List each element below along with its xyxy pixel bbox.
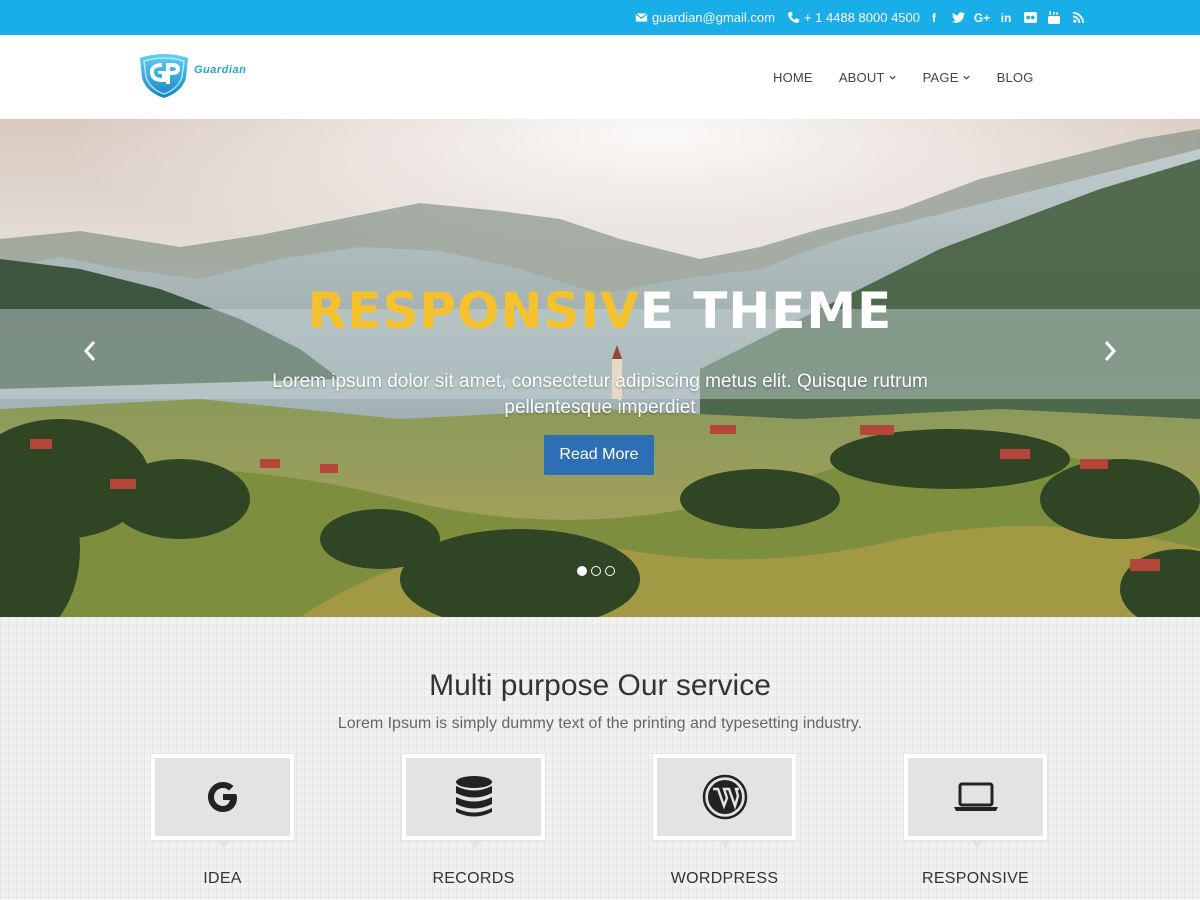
nav-about-label: ABOUT [838, 69, 885, 85]
chevron-right-icon[interactable] [1098, 336, 1122, 366]
card-pointer [217, 840, 231, 848]
service-card-records[interactable] [401, 753, 546, 848]
slider-dot-3[interactable] [605, 566, 615, 576]
services-subtitle: Lorem Ipsum is simply dummy text of the … [337, 715, 863, 732]
wordpress-icon [702, 774, 747, 820]
nav-blog-label: BLOG [996, 69, 1034, 85]
nav-about[interactable]: ABOUT [839, 70, 897, 85]
logo-text: Guardian [194, 64, 247, 76]
read-more-button[interactable]: Read More [544, 435, 654, 475]
slider-dots [577, 566, 619, 576]
hero-text: Lorem ipsum dolor sit amet, consectetur … [272, 371, 928, 418]
top-bar: guardian@gmail.com + 1 4488 8000 4500 f … [0, 0, 1200, 35]
service-label-records: RECORDS [432, 870, 515, 887]
contact-info: guardian@gmail.com + 1 4488 8000 4500 [623, 0, 920, 35]
google-plus-icon[interactable]: G+ [970, 0, 994, 35]
slider-dot-2[interactable] [591, 566, 601, 576]
nav-home[interactable]: HOME [773, 70, 813, 85]
services-section: Multi purpose Our service Lorem Ipsum is… [0, 617, 1200, 900]
main-nav: HOME ABOUT PAGE BLOG [760, 35, 1047, 119]
chevron-down-icon [962, 75, 970, 80]
service-card-idea[interactable] [150, 753, 295, 848]
hero-slider: RESPONSIVE THEME Lorem ipsum dolor sit a… [0, 119, 1200, 617]
site-logo[interactable]: Guardian [136, 52, 271, 100]
linkedin-icon[interactable]: in [994, 0, 1018, 35]
shield-logo-icon [140, 54, 188, 98]
phone-text: + 1 4488 8000 4500 [803, 10, 920, 25]
services-title: Multi purpose Our service [429, 669, 771, 702]
slider-dot-1[interactable] [577, 566, 587, 576]
hero-title-accent: RESPONSIV [307, 282, 640, 340]
card-pointer [719, 840, 733, 848]
laptop-icon [953, 782, 998, 811]
service-card-responsive[interactable] [903, 753, 1048, 848]
service-label-responsive: RESPONSIVE [921, 870, 1030, 887]
nav-page[interactable]: PAGE [923, 70, 971, 85]
email-link[interactable]: guardian@gmail.com [635, 10, 775, 25]
hero-title: RESPONSIVE THEME [0, 282, 1200, 340]
nav-blog[interactable]: BLOG [997, 70, 1034, 85]
envelope-icon [635, 12, 648, 22]
facebook-icon[interactable]: f [922, 0, 946, 35]
site-header: Guardian HOME ABOUT PAGE BLOG [0, 35, 1200, 119]
service-label-wordpress: WORDPRESS [670, 870, 779, 887]
service-label-idea: IDEA [203, 870, 242, 887]
hero-background-image [0, 119, 1200, 617]
card-pointer [468, 840, 482, 848]
chevron-down-icon [888, 75, 896, 80]
chevron-left-icon[interactable] [78, 336, 102, 366]
phone-link[interactable]: + 1 4488 8000 4500 [787, 10, 920, 25]
nav-page-label: PAGE [922, 69, 959, 85]
twitter-icon[interactable] [946, 0, 970, 35]
youtube-icon[interactable] [1042, 0, 1066, 35]
flickr-icon[interactable] [1018, 0, 1042, 35]
phone-icon [788, 11, 800, 23]
nav-home-label: HOME [773, 69, 813, 85]
google-icon [207, 782, 237, 812]
hero-title-rest: E THEME [639, 282, 893, 340]
social-links: f G+ in [922, 0, 1090, 35]
card-pointer [970, 840, 984, 848]
rss-icon[interactable] [1066, 0, 1090, 35]
database-icon [455, 776, 492, 817]
service-card-wordpress[interactable] [652, 753, 797, 848]
email-text: guardian@gmail.com [651, 10, 775, 25]
